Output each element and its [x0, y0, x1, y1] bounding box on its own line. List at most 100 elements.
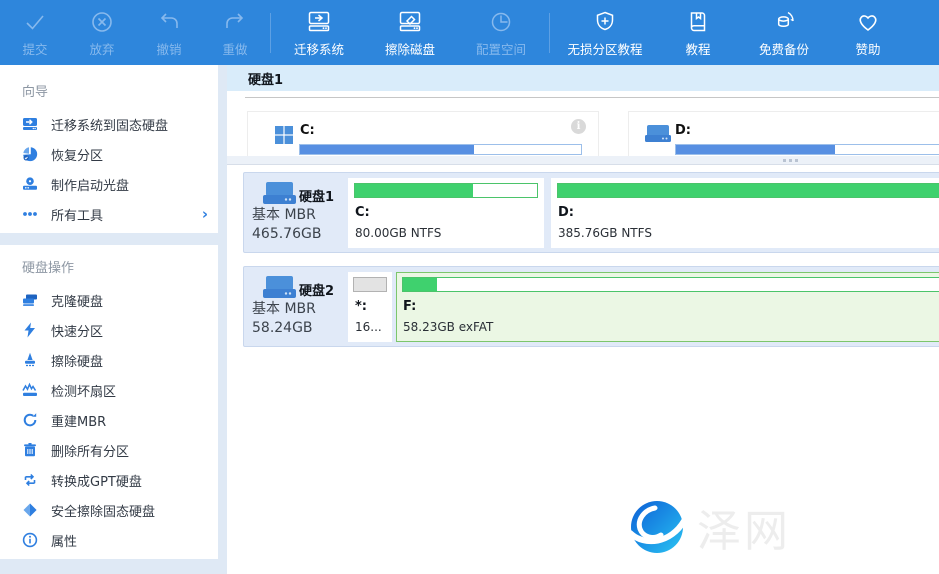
sidebar-item-bootable-media[interactable]: 制作启动光盘 [0, 169, 218, 199]
partition-c[interactable]: C: 80.00GB NTFS [348, 178, 544, 248]
convert-to-gpt-icon [22, 472, 38, 488]
sidebar-item-label: 恢复分区 [51, 145, 103, 164]
partition-label: C: [355, 205, 370, 220]
disk-scheme: MBR [284, 207, 315, 223]
tab-disk1[interactable]: 硬盘1 [227, 69, 283, 88]
hard-disk-icon [263, 276, 296, 300]
toolbar-item-label: 无损分区教程 [567, 39, 642, 58]
clone-disk-icon [22, 292, 38, 308]
toolbar-item-label: 撤销 [156, 39, 181, 58]
volume-name: D: [675, 123, 691, 138]
sidebar-item-label: 检测坏扇区 [51, 381, 116, 400]
sidebar-item-rebuild-mbr[interactable]: 重建MBR [0, 405, 218, 435]
undo-button[interactable]: 撤销 [136, 0, 202, 65]
allocate-space-icon [488, 9, 514, 35]
disk-row-1[interactable]: 硬盘1 基本 MBR 465.76GB C: 80.00GB NTFS D: 3… [243, 172, 939, 253]
splitter-handle-dots [783, 159, 798, 162]
tutorial-icon [685, 9, 711, 35]
donate-button[interactable]: 赞助 [830, 0, 906, 65]
partition-label: *: [355, 299, 367, 314]
overview-volume-d[interactable]: D: [628, 111, 939, 156]
sidebar-item-quick-partition[interactable]: 快速分区 [0, 315, 218, 345]
sidebar-item-recover-partition[interactable]: 恢复分区 [0, 139, 218, 169]
overview-volume-c[interactable]: C: i [247, 111, 599, 156]
free-backup-button[interactable]: 免费备份 [738, 0, 830, 65]
toolbar-item-label: 迁移系统 [294, 39, 344, 58]
toolbar-item-label: 提交 [22, 39, 47, 58]
sidebar-item-properties[interactable]: 属性 [0, 525, 218, 555]
partition-tutorial-button[interactable]: 无损分区教程 [552, 0, 658, 65]
sidebar-item-label: 擦除硬盘 [51, 351, 103, 370]
sidebar-item-label: 克隆硬盘 [51, 291, 103, 310]
sidebar-item-label: 快速分区 [51, 321, 103, 340]
donate-heart-icon [855, 9, 881, 35]
partition-label: D: [558, 205, 574, 220]
sidebar-item-all-tools[interactable]: 所有工具 › [0, 199, 218, 229]
sidebar-section-wizard: 向导 迁移系统到固态硬盘 恢复分区 制作启动光盘 所有工具 › [0, 65, 218, 233]
sidebar-item-label: 转换成GPT硬盘 [51, 471, 142, 490]
all-tools-icon [22, 206, 38, 222]
volume-name: C: [300, 123, 315, 138]
toolbar-separator [549, 13, 550, 53]
watermark: 泽网 [625, 495, 791, 559]
free-backup-icon [771, 9, 797, 35]
disk-row-2[interactable]: 硬盘2 基本 MBR 58.24GB *: 16... F: 58.23GB e… [243, 266, 939, 347]
redo-button[interactable]: 重做 [202, 0, 268, 65]
partition-f-selected[interactable]: F: 58.23GB exFAT [396, 272, 939, 342]
partition-assistant-window: 提交 放弃 撤销 重做 迁移系统 擦除磁盘 配置空间 [0, 0, 939, 574]
sidebar-item-label: 制作启动光盘 [51, 175, 129, 194]
sidebar-item-label: 所有工具 [51, 205, 103, 224]
toolbar-item-label: 教程 [685, 39, 710, 58]
disk-name: 硬盘1 [299, 186, 334, 205]
sidebar-item-migrate-to-ssd[interactable]: 迁移系统到固态硬盘 [0, 109, 218, 139]
overview-divider [245, 97, 939, 98]
migrate-system-button[interactable]: 迁移系统 [273, 0, 365, 65]
quick-partition-icon [22, 322, 38, 338]
toolbar-item-label: 赞助 [855, 39, 880, 58]
tutorial-button[interactable]: 教程 [658, 0, 738, 65]
discard-button[interactable]: 放弃 [68, 0, 136, 65]
disk-list: 硬盘1 基本 MBR 465.76GB C: 80.00GB NTFS D: 3… [227, 165, 939, 574]
disk-layout: 基本 [252, 207, 280, 223]
sidebar-item-convert-to-gpt[interactable]: 转换成GPT硬盘 [0, 465, 218, 495]
migrate-system-icon [306, 9, 332, 35]
partition-detail: 58.23GB exFAT [403, 320, 493, 334]
disk-tab-strip: 硬盘1 [227, 65, 939, 91]
watermark-logo-icon [625, 495, 689, 559]
partition-usage-bar [354, 183, 538, 198]
undo-icon [156, 9, 182, 35]
commit-check-icon [22, 9, 48, 35]
panel-splitter[interactable] [227, 156, 939, 165]
sidebar-item-check-bad-sectors[interactable]: 检测坏扇区 [0, 375, 218, 405]
disk-scheme: MBR [284, 301, 315, 317]
allocate-space-button[interactable]: 配置空间 [455, 0, 547, 65]
properties-icon [22, 532, 38, 548]
sidebar-item-delete-all-partitions[interactable]: 删除所有分区 [0, 435, 218, 465]
sidebar-item-wipe-hard-disk[interactable]: 擦除硬盘 [0, 345, 218, 375]
toolbar-item-label: 免费备份 [759, 39, 809, 58]
disk-layout-scheme: 基本 MBR [252, 204, 316, 224]
delete-all-partitions-icon [22, 442, 38, 458]
toolbar-item-label: 配置空间 [476, 39, 526, 58]
sidebar-item-clone-disk[interactable]: 克隆硬盘 [0, 285, 218, 315]
wipe-disk-button[interactable]: 擦除磁盘 [365, 0, 455, 65]
info-icon[interactable]: i [571, 119, 586, 134]
disk-layout: 基本 [252, 301, 280, 317]
commit-button[interactable]: 提交 [2, 0, 68, 65]
toolbar-item-label: 重做 [222, 39, 247, 58]
partition-star[interactable]: *: 16... [348, 272, 392, 342]
wipe-disk-icon [397, 9, 423, 35]
hard-disk-icon [263, 182, 296, 206]
check-bad-sectors-icon [22, 382, 38, 398]
sidebar-item-secure-erase-ssd[interactable]: 安全擦除固态硬盘 [0, 495, 218, 525]
sidebar-section-title: 向导 [0, 75, 218, 109]
bootable-media-icon [22, 176, 38, 192]
windows-logo [275, 126, 293, 144]
volume-usage-bar [675, 144, 939, 155]
rebuild-mbr-icon [22, 412, 38, 428]
partition-tutorial-icon [592, 9, 618, 35]
sidebar-item-label: 安全擦除固态硬盘 [51, 501, 155, 520]
partition-usage-fill [354, 278, 386, 291]
partition-d[interactable]: D: 385.76GB NTFS [551, 178, 939, 248]
partition-label: F: [403, 299, 416, 314]
